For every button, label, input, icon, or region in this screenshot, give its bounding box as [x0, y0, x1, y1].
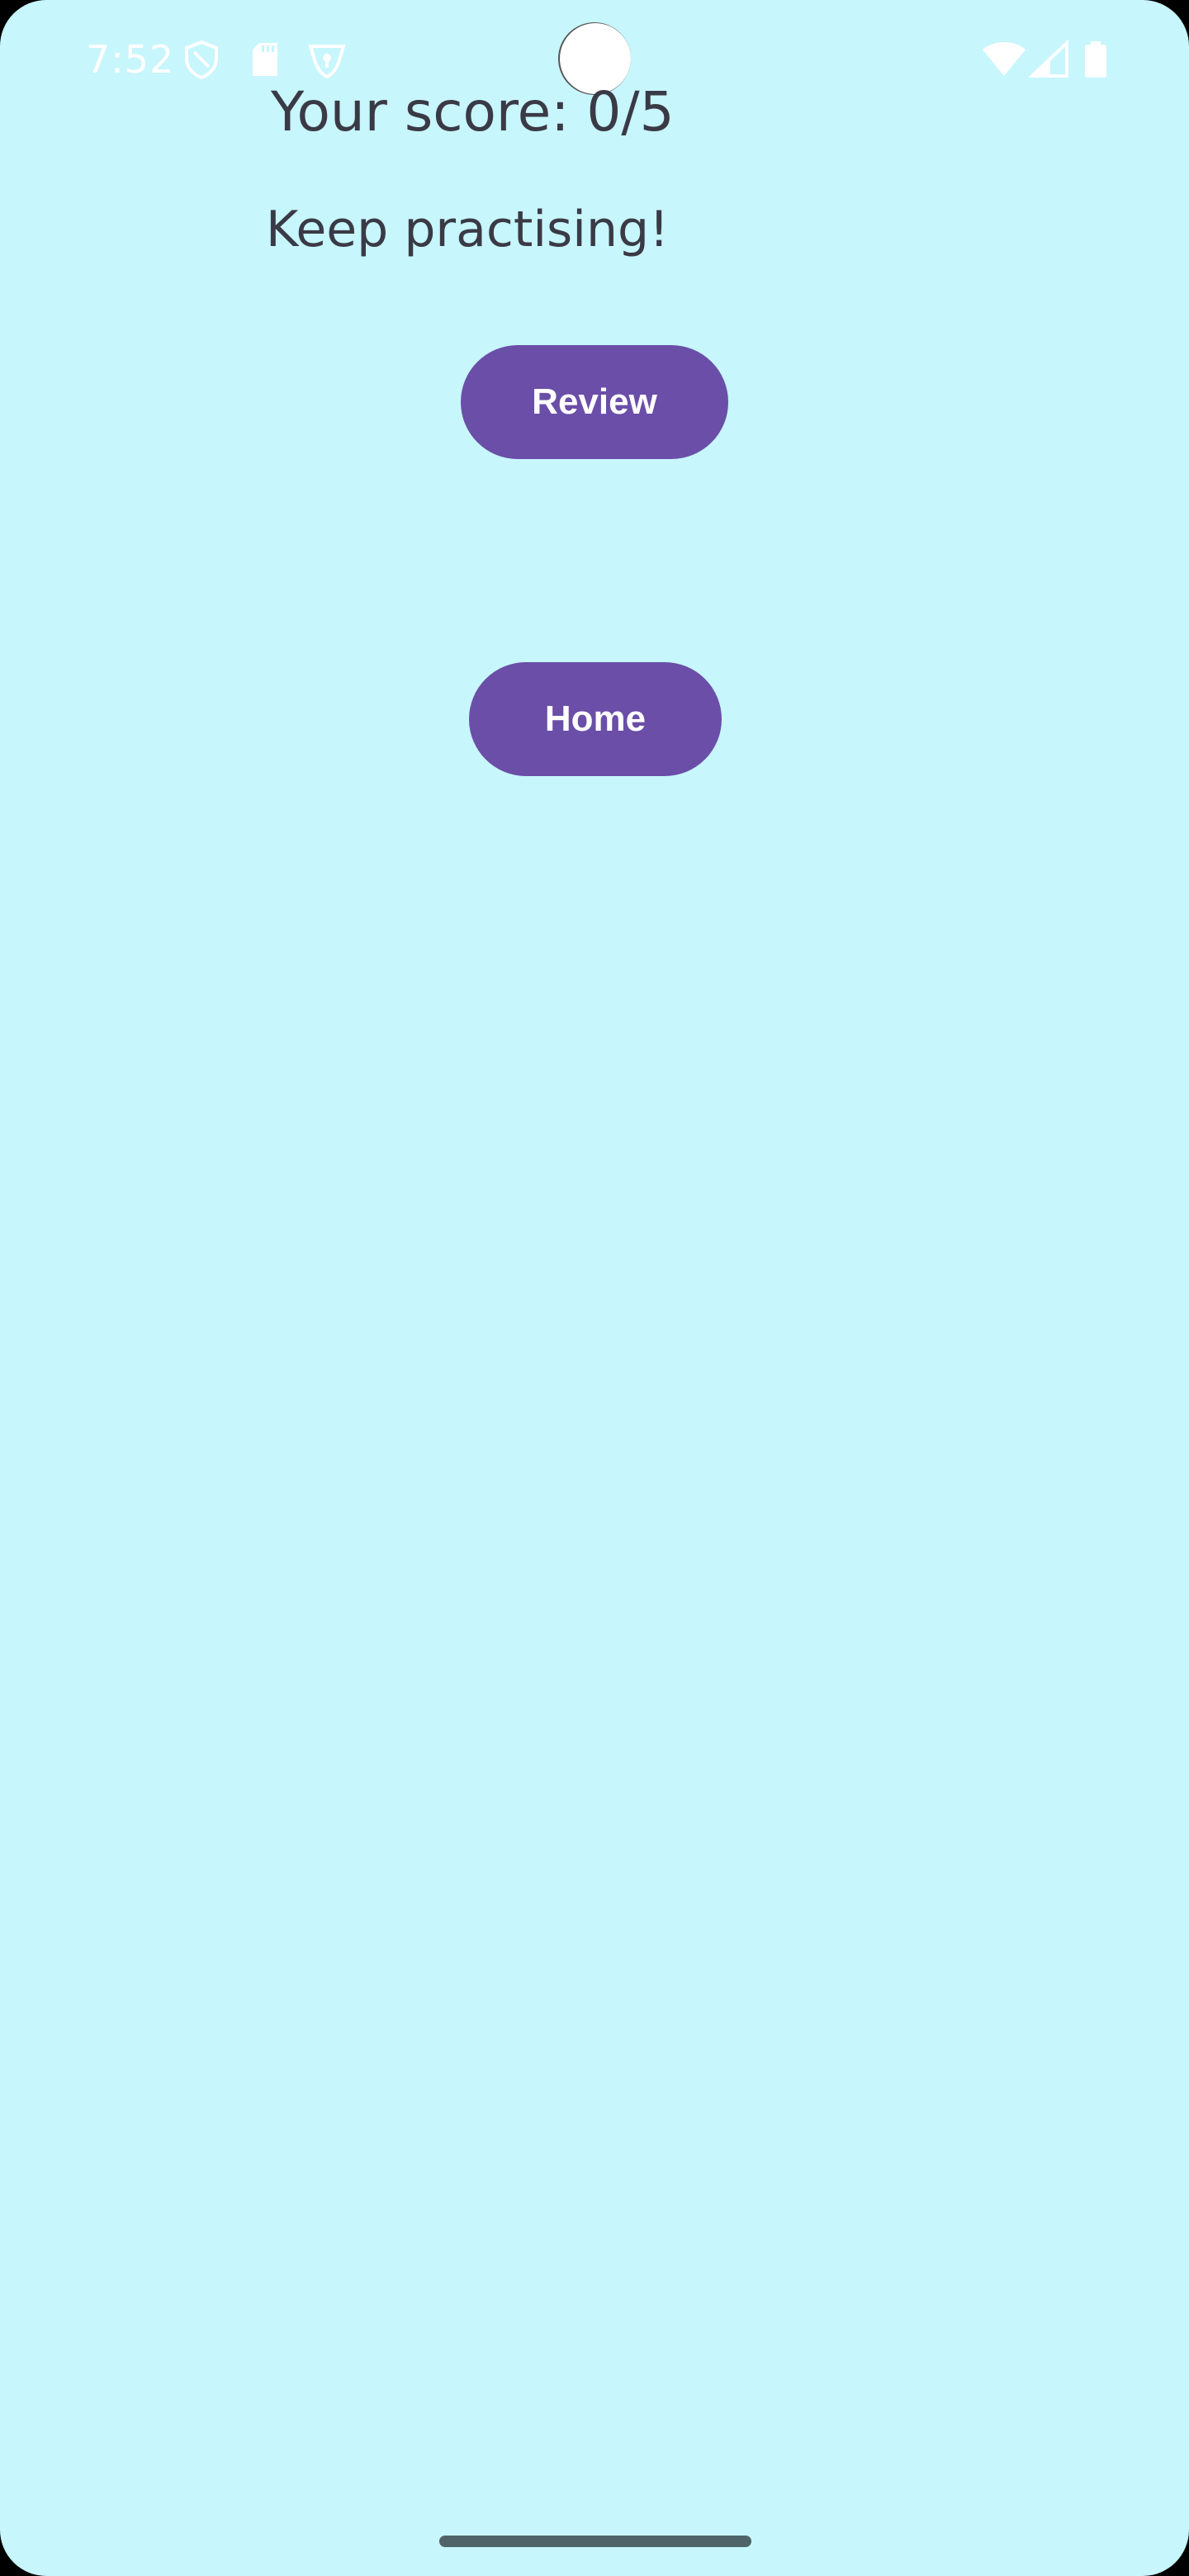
quiz-result-screen: 7:52 Your score: 0/5 Keep practising! Re…	[0, 0, 1189, 2576]
score-text: Your score: 0/5	[271, 80, 675, 144]
vpn-shield-icon	[306, 38, 348, 81]
sd-card-icon	[244, 38, 287, 81]
gesture-nav-handle[interactable]	[439, 2536, 751, 2547]
status-time: 7:52	[86, 37, 175, 82]
feedback-message: Keep practising!	[266, 201, 670, 258]
wifi-icon	[981, 38, 1027, 81]
home-button[interactable]: Home	[469, 662, 722, 776]
shield-icon	[180, 38, 223, 81]
battery-icon	[1083, 38, 1108, 81]
cell-signal-icon	[1028, 38, 1070, 81]
review-button[interactable]: Review	[461, 345, 728, 459]
